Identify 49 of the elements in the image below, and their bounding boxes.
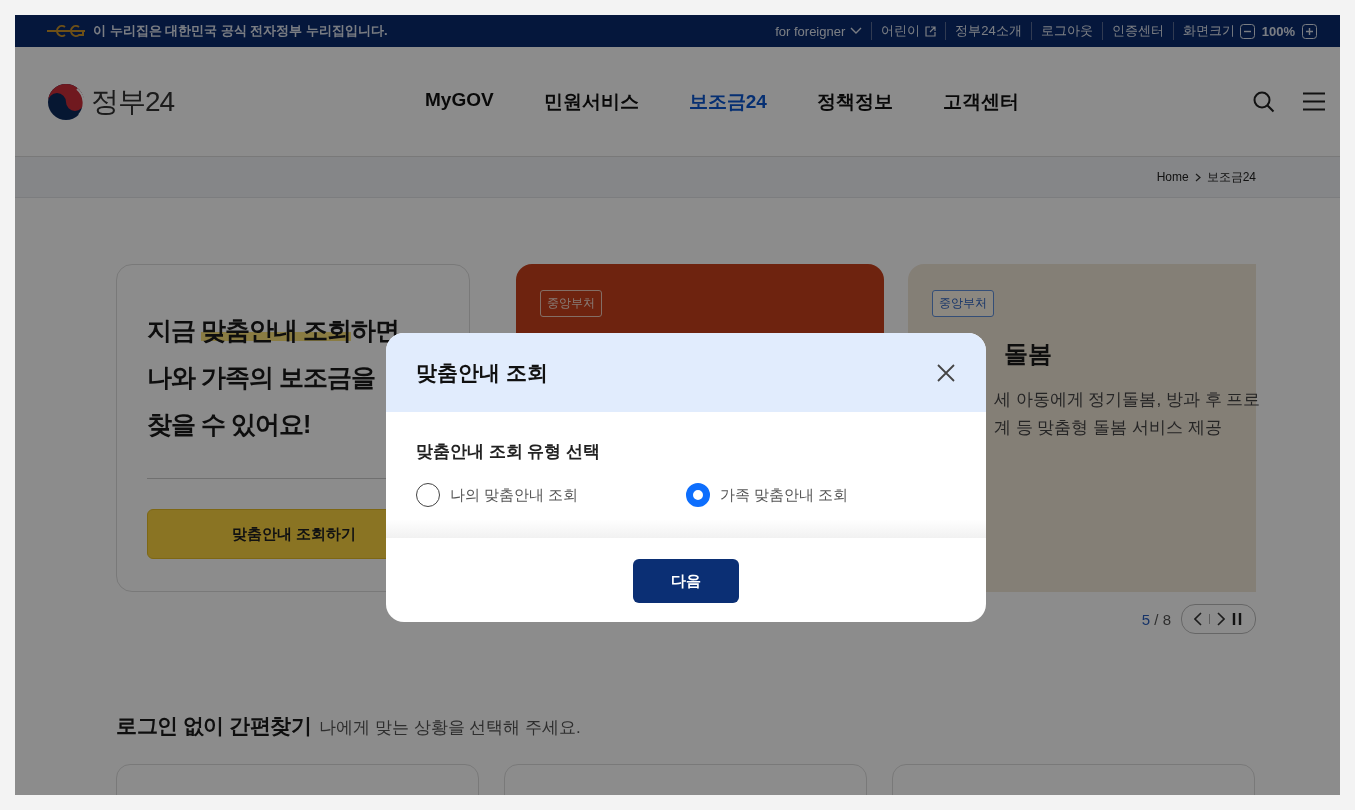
- zoom-level: 100%: [1260, 23, 1296, 39]
- radio-button[interactable]: [416, 483, 440, 507]
- pause-button[interactable]: [1231, 612, 1243, 626]
- slide-description: 세 아동에게 정기돌봄, 방과 후 프로 계 등 맞춤형 돌봄 서비스 제공: [994, 389, 1261, 439]
- tag-label: 중앙부처: [540, 290, 602, 317]
- slide-counter: 5 / 8: [1141, 610, 1171, 628]
- top-link[interactable]: for foreigner: [766, 23, 872, 39]
- menu-icon[interactable]: [1303, 92, 1325, 111]
- notice-text: 이 누리집은 대한민국 공식 전자정부 누리집입니다.: [93, 22, 388, 40]
- nav-item[interactable]: 보조금24: [688, 88, 767, 115]
- next-step-button[interactable]: 다음: [633, 559, 739, 603]
- previous-button[interactable]: [1194, 612, 1203, 626]
- link-label: for foreigner: [775, 23, 846, 39]
- link-label: 로그아웃: [1040, 22, 1093, 40]
- radio-button[interactable]: [686, 483, 710, 507]
- link-label: 화면크기: [1182, 22, 1235, 40]
- external-link-icon: [925, 25, 937, 37]
- section-title: 로그인 없이 간편찾기: [116, 713, 312, 739]
- close-button[interactable]: [936, 362, 956, 383]
- breadcrumb-link[interactable]: 보조금24: [1206, 168, 1256, 186]
- section-subtitle: 나에게 맞는 상황을 선택해 주세요.: [319, 717, 581, 739]
- link-label: 어린이: [881, 22, 921, 40]
- radio-label[interactable]: 나의 맞춤안내 조회: [450, 485, 579, 505]
- top-link[interactable]: 정부24소개: [945, 22, 1031, 40]
- plus-icon[interactable]: [1302, 23, 1317, 39]
- minus-icon[interactable]: [1239, 23, 1255, 39]
- question-label: 맞춤안내 조회 유형 선택: [416, 441, 602, 463]
- zoom-control[interactable]: 화면크기 100%: [1172, 22, 1326, 40]
- nav-item[interactable]: MyGOV: [425, 88, 494, 115]
- breadcrumb-link[interactable]: Home: [1156, 170, 1189, 184]
- tag-label: 중앙부처: [932, 290, 994, 317]
- link-label: 인증센터: [1111, 22, 1164, 40]
- chevron-down-icon: [850, 27, 863, 35]
- nav-item[interactable]: 민원서비스: [543, 88, 639, 115]
- link-label: 정부24소개: [955, 22, 1022, 40]
- top-link[interactable]: 로그아웃: [1030, 22, 1102, 40]
- dialog-title: 맞춤안내 조회: [416, 359, 548, 386]
- top-link[interactable]: 어린이: [871, 22, 946, 40]
- chevron-right-icon: [1194, 172, 1201, 182]
- emblem-icon: [45, 24, 87, 38]
- radio-label[interactable]: 가족 맞춤안내 조회: [720, 485, 849, 505]
- search-icon[interactable]: [1253, 90, 1275, 113]
- next-button[interactable]: [1216, 612, 1225, 626]
- slide-title: 돌봄: [1004, 339, 1052, 369]
- logo-icon: [47, 82, 85, 121]
- top-link[interactable]: 인증센터: [1101, 22, 1173, 40]
- logo-text[interactable]: 정부24: [91, 82, 175, 121]
- nav-item[interactable]: 고객센터: [942, 88, 1019, 115]
- nav-item[interactable]: 정책정보: [816, 88, 893, 115]
